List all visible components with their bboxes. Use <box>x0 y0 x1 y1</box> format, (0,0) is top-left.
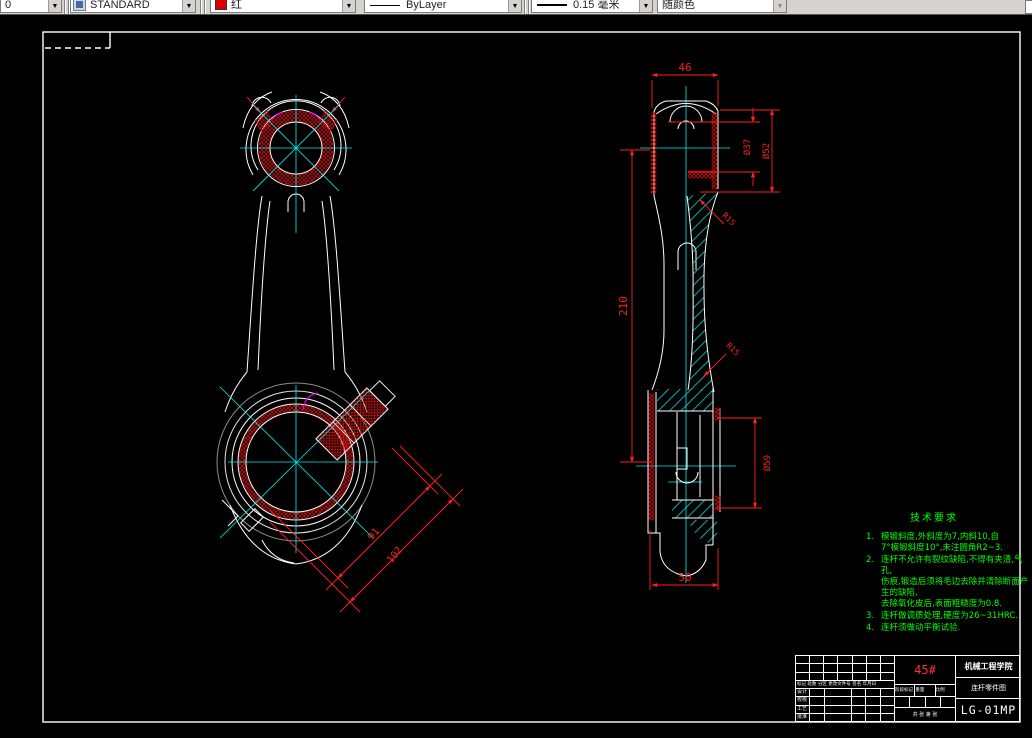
dim-boss-dia: Ø52 <box>761 143 772 159</box>
lineweight-sample-icon <box>537 4 567 6</box>
layer-value: 0 <box>5 0 12 11</box>
dim-cap-outer: 102 <box>385 545 405 566</box>
linetype-sample-icon <box>370 5 400 6</box>
color-value: 红 <box>231 0 242 11</box>
sheet-count-row: 共 张 第 张 <box>912 712 938 718</box>
title-block: 标记 处数 分区 更改文件号 签名 年月日 设计 校核 工艺 批准 45# 阶段… <box>795 655 1021 722</box>
plotstyle-value: 随颜色 <box>662 0 695 11</box>
stage-row: 阶段标记 重量 比例 <box>895 685 955 697</box>
text-style-combo[interactable]: STANDARD ▼ <box>70 0 196 13</box>
dim-bottom-width: 50 <box>678 571 691 584</box>
material-column: 45# 阶段标记 重量 比例 共 张 第 张 <box>894 656 956 721</box>
name-column: 机械工程学院 连杆零件图 LG-01MP <box>956 656 1021 721</box>
chevron-down-icon[interactable]: ▼ <box>508 0 521 12</box>
layer-combo[interactable]: 0 ▼ <box>0 0 62 13</box>
lineweight-value: 0.15 毫米 <box>573 0 620 11</box>
chevron-down-icon: ▼ <box>773 0 786 12</box>
chevron-down-icon[interactable]: ▼ <box>342 0 355 12</box>
text-style-value: STANDARD <box>90 0 150 11</box>
technical-requirements: 技术要求 1. 模锻斜度,外斜度为7,内斜10,自 7°模锻斜度10°,未注圆角… <box>866 513 1030 635</box>
revision-grid: 标记 处数 分区 更改文件号 签名 年月日 设计 校核 工艺 批准 <box>796 656 894 721</box>
linetype-value: ByLayer <box>406 0 447 11</box>
text-style-icon <box>73 0 86 11</box>
plotstyle-combo[interactable]: 随颜色 ▼ <box>657 0 787 13</box>
dim-fillet-upper: R15 <box>720 211 737 228</box>
color-combo[interactable]: 红 ▼ <box>210 0 356 13</box>
toolbar-separator <box>524 0 530 14</box>
front-view: 91 102 <box>216 91 464 613</box>
tech-item-3: 3. 连杆做调质处理,硬度为26~31HRC. <box>866 611 1018 621</box>
chevron-down-icon[interactable]: ▼ <box>48 0 61 12</box>
toolbar-separator <box>200 0 206 14</box>
revision-header: 标记 处数 分区 更改文件号 签名 年月日 <box>797 681 877 687</box>
dim-top-width: 46 <box>678 61 691 74</box>
part-name: 连杆零件图 <box>956 678 1021 699</box>
properties-toolbar: 0 ▼ STANDARD ▼ 红 ▼ ByLayer ▼ 0.15 毫米 ▼ 随… <box>0 0 1032 15</box>
dim-pin-bore: Ø37 <box>742 139 753 155</box>
small-end-wall-hatch <box>650 112 718 194</box>
tech-requirements-title: 技术要求 <box>910 513 958 524</box>
material-label: 45# <box>895 656 955 685</box>
chevron-down-icon[interactable]: ▼ <box>182 0 195 12</box>
centerlines-small-end <box>240 95 352 233</box>
color-swatch-red <box>215 0 227 10</box>
organization-name: 机械工程学院 <box>956 656 1021 678</box>
dim-cap-across: 91 <box>366 526 382 542</box>
linetype-combo[interactable]: ByLayer ▼ <box>364 0 522 13</box>
chevron-down-icon[interactable]: ▼ <box>639 0 652 12</box>
dim-length: 210 <box>617 296 630 316</box>
tech-item-2: 2. 连杆不允许有裂纹缺陷,不得有夹渣,气孔, 伤痕,锻造后须将毛边去除并清除断… <box>866 555 1029 609</box>
cad-application-window: 0 ▼ STANDARD ▼ 红 ▼ ByLayer ▼ 0.15 毫米 ▼ 随… <box>0 0 1032 738</box>
dim-big-bore: Ø59 <box>762 455 773 471</box>
drawing-number: LG-01MP <box>960 703 1017 717</box>
tech-item-4: 4. 连杆须做动平衡试验. <box>866 623 961 633</box>
stage-boxes <box>895 697 955 708</box>
dim-fillet-lower: R15 <box>724 341 741 358</box>
tech-item-1: 1. 模锻斜度,外斜度为7,内斜10,自 7°模锻斜度10°,未注圆角R2~3. <box>866 532 1003 553</box>
side-view: 46 210 Ø37 Ø52 Ø59 50 R15 R15 <box>617 61 780 590</box>
toolbar-edge-fragment <box>1025 0 1032 14</box>
lineweight-combo[interactable]: 0.15 毫米 ▼ <box>531 0 653 13</box>
